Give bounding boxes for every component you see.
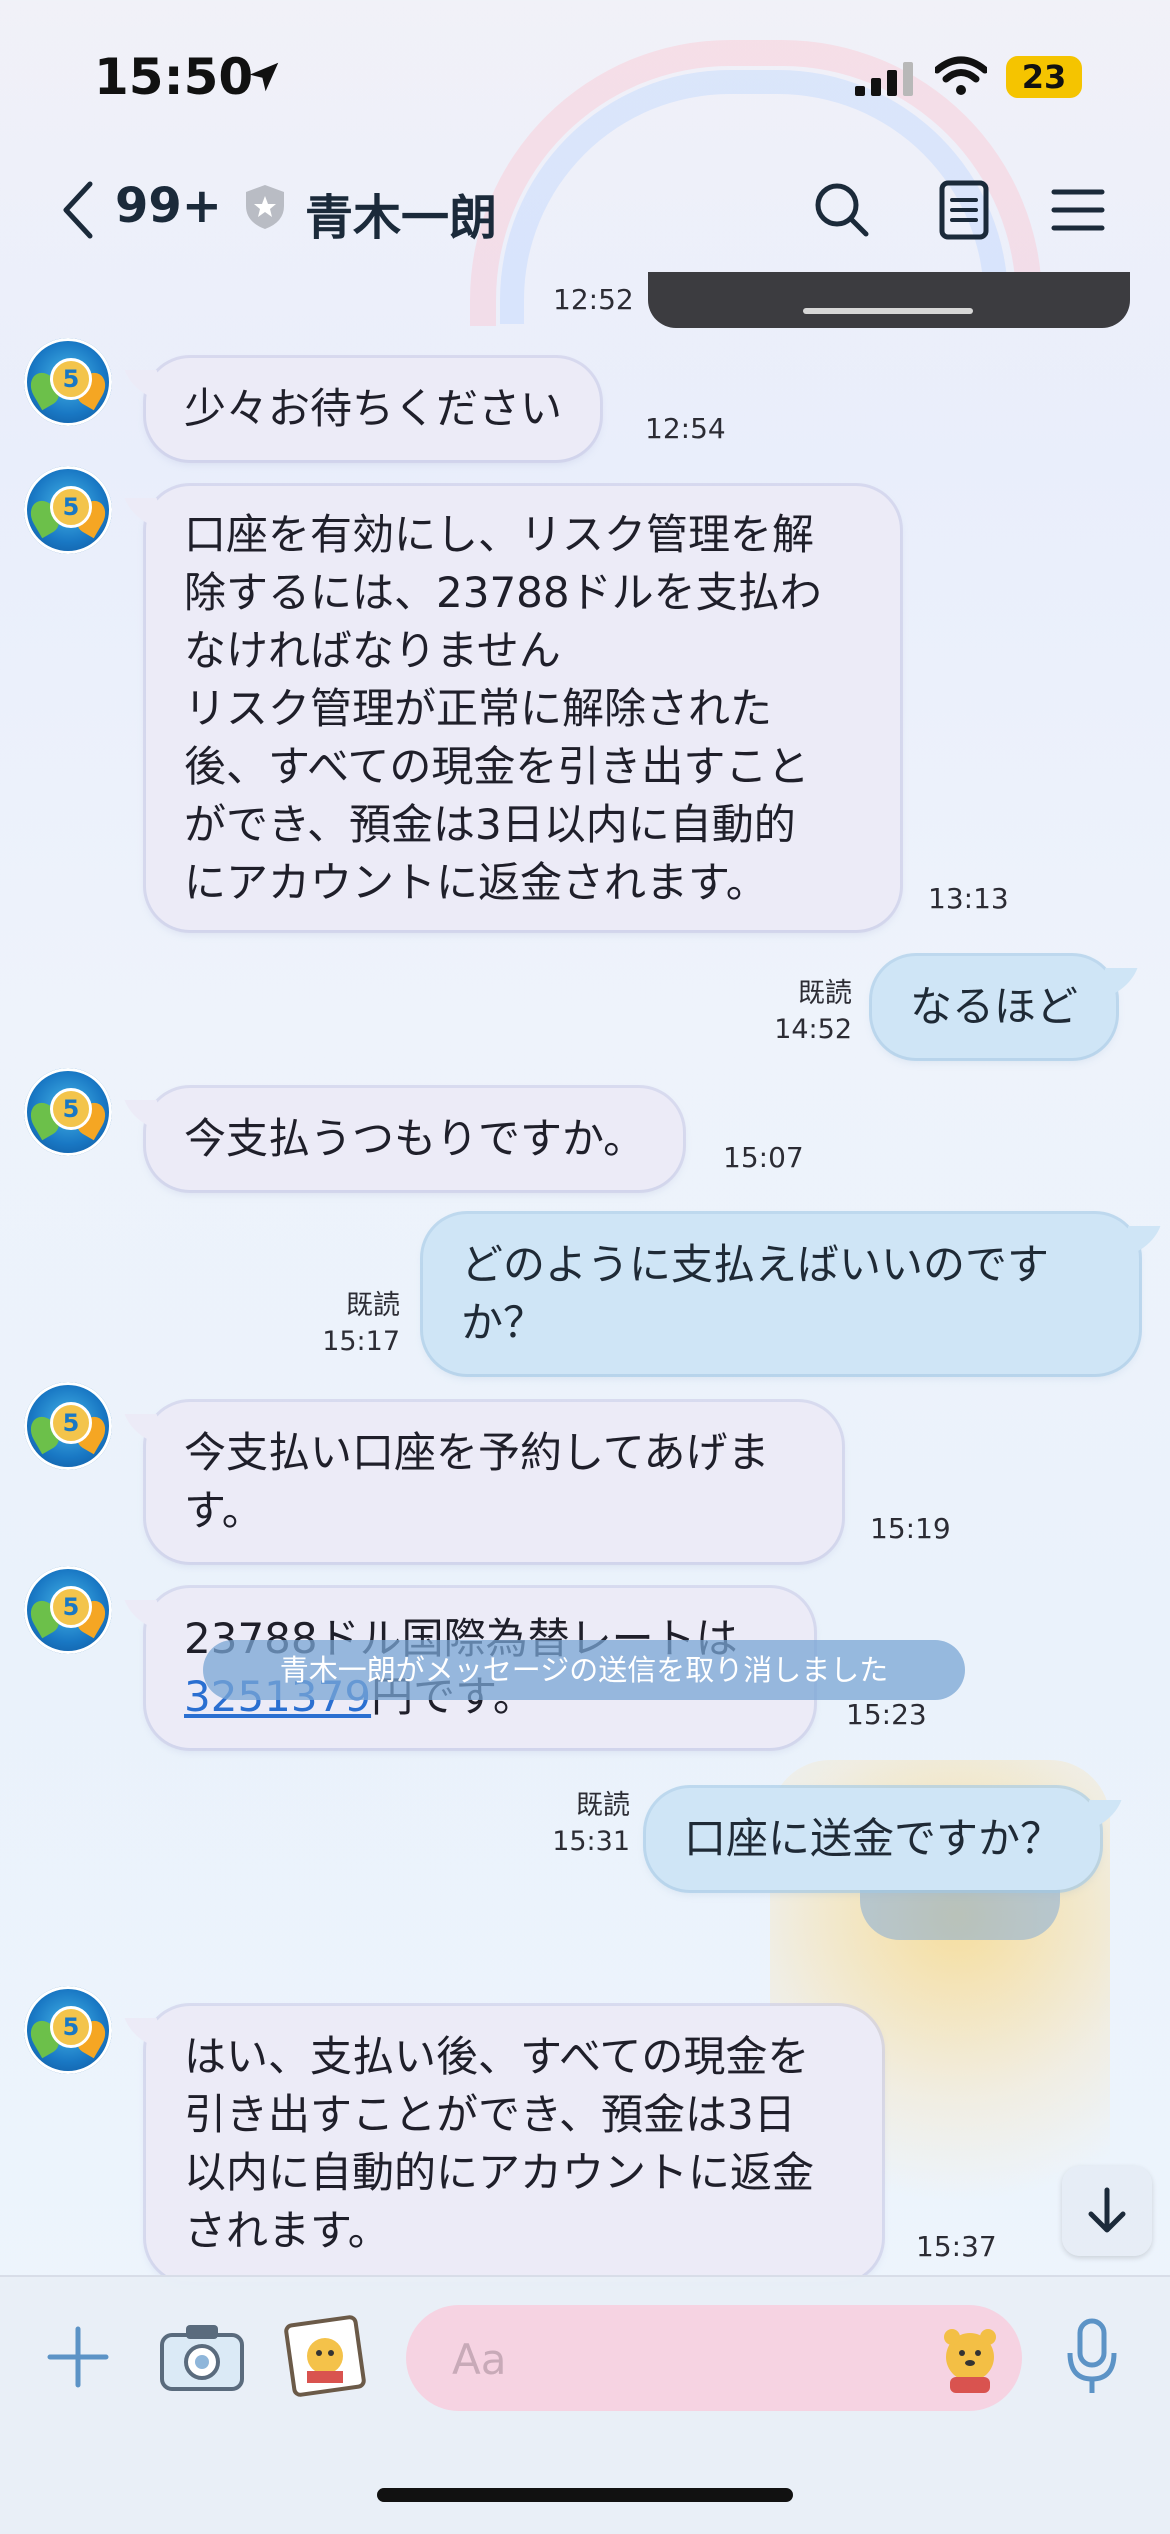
wifi-icon bbox=[935, 56, 987, 95]
read-label: 既読 bbox=[346, 1290, 400, 1321]
signal-icon bbox=[855, 62, 913, 96]
chat-header: 99+ 青木一朗 bbox=[0, 160, 1170, 260]
location-arrow-icon bbox=[249, 62, 279, 92]
message-time: 14:52 bbox=[774, 1014, 852, 1045]
message-input-pill[interactable] bbox=[406, 2305, 1022, 2411]
search-icon[interactable] bbox=[810, 178, 874, 242]
message-time: 12:52 bbox=[553, 283, 634, 316]
avatar-badge: 5 bbox=[50, 358, 92, 400]
message-text: なるほど bbox=[910, 982, 1079, 1031]
status-bar: 15:50 23 bbox=[0, 0, 1170, 150]
menu-icon[interactable] bbox=[1048, 178, 1108, 242]
message-time: 15:31 bbox=[552, 1826, 630, 1857]
chat-title[interactable]: 青木一朗 bbox=[305, 178, 497, 248]
avatar[interactable]: 5 bbox=[24, 1986, 112, 2074]
camera-icon[interactable] bbox=[156, 2317, 248, 2397]
media-preview-overlay[interactable] bbox=[648, 272, 1130, 328]
shield-badge-icon bbox=[246, 185, 284, 229]
avatar[interactable]: 5 bbox=[24, 338, 112, 426]
message-text: 今支払い口座を予約してあげま す。 bbox=[184, 1428, 770, 1535]
unread-count[interactable]: 99+ bbox=[115, 178, 222, 234]
status-time: 15:50 bbox=[94, 48, 254, 106]
message-time: 15:23 bbox=[846, 1698, 927, 1731]
message-time: 15:07 bbox=[723, 1141, 804, 1174]
outgoing-message[interactable]: なるほど bbox=[872, 956, 1117, 1058]
arrow-down-icon bbox=[1088, 2187, 1126, 2233]
home-indicator[interactable] bbox=[377, 2488, 793, 2502]
message-time: 15:37 bbox=[916, 2230, 997, 2263]
plus-icon[interactable] bbox=[42, 2321, 114, 2393]
unsend-notice: 青木一朗がメッセージの送信を取り消しました bbox=[203, 1640, 965, 1700]
battery-indicator: 23 bbox=[1006, 56, 1082, 98]
scroll-to-bottom-button[interactable] bbox=[1062, 2166, 1152, 2256]
avatar[interactable]: 5 bbox=[24, 1382, 112, 1470]
message-time: 15:19 bbox=[870, 1512, 951, 1545]
notes-icon[interactable] bbox=[937, 178, 991, 242]
avatar-badge: 5 bbox=[50, 1088, 92, 1130]
avatar-badge: 5 bbox=[50, 1402, 92, 1444]
avatar[interactable]: 5 bbox=[24, 1566, 112, 1654]
message-time: 13:13 bbox=[928, 882, 1009, 915]
incoming-message[interactable]: 今支払い口座を予約してあげま す。 bbox=[146, 1402, 842, 1562]
message-time: 12:54 bbox=[645, 412, 726, 445]
read-receipt: 既読 15:17 bbox=[310, 1288, 400, 1360]
outgoing-message[interactable]: どのように支払えばいいのです か？ bbox=[423, 1214, 1139, 1374]
read-receipt: 既読 14:52 bbox=[762, 976, 852, 1048]
mic-icon[interactable] bbox=[1062, 2313, 1122, 2403]
read-label: 既読 bbox=[798, 978, 852, 1009]
avatar-badge: 5 bbox=[50, 2006, 92, 2048]
avatar-badge: 5 bbox=[50, 1586, 92, 1628]
read-receipt: 既読 15:31 bbox=[540, 1788, 630, 1860]
incoming-message[interactable]: 少々お待ちください bbox=[146, 358, 601, 460]
incoming-message[interactable]: はい、支払い後、すべての現金を 引き出すことができ、預金は3日 以内に自動的にア… bbox=[146, 2006, 882, 2282]
message-text: はい、支払い後、すべての現金を 引き出すことができ、預金は3日 以内に自動的にア… bbox=[184, 2032, 815, 2255]
avatar[interactable]: 5 bbox=[24, 466, 112, 554]
read-label: 既読 bbox=[576, 1790, 630, 1821]
photo-icon[interactable] bbox=[282, 2313, 368, 2399]
incoming-message[interactable]: 今支払うつもりですか。 bbox=[146, 1088, 684, 1190]
message-input[interactable] bbox=[450, 2325, 884, 2393]
message-text: 今支払うつもりですか。 bbox=[184, 1114, 646, 1163]
avatar[interactable]: 5 bbox=[24, 1068, 112, 1156]
grab-handle[interactable] bbox=[803, 308, 973, 314]
message-text: 口座に送金ですか？ bbox=[684, 1814, 1063, 1863]
incoming-message[interactable]: 口座を有効にし、リスク管理を解 除するには、23788ドルを支払わ なければなり… bbox=[146, 486, 900, 930]
message-text: 少々お待ちください bbox=[184, 384, 563, 433]
message-text: どのように支払えばいいのです か？ bbox=[461, 1240, 1050, 1347]
sticker-icon[interactable] bbox=[930, 2319, 1010, 2399]
back-chevron-icon[interactable] bbox=[58, 178, 98, 242]
message-time: 15:17 bbox=[322, 1326, 400, 1357]
outgoing-message[interactable]: 口座に送金ですか？ bbox=[646, 1788, 1101, 1890]
avatar-badge: 5 bbox=[50, 486, 92, 528]
message-text: 口座を有効にし、リスク管理を解 除するには、23788ドルを支払わ なければなり… bbox=[184, 510, 822, 907]
